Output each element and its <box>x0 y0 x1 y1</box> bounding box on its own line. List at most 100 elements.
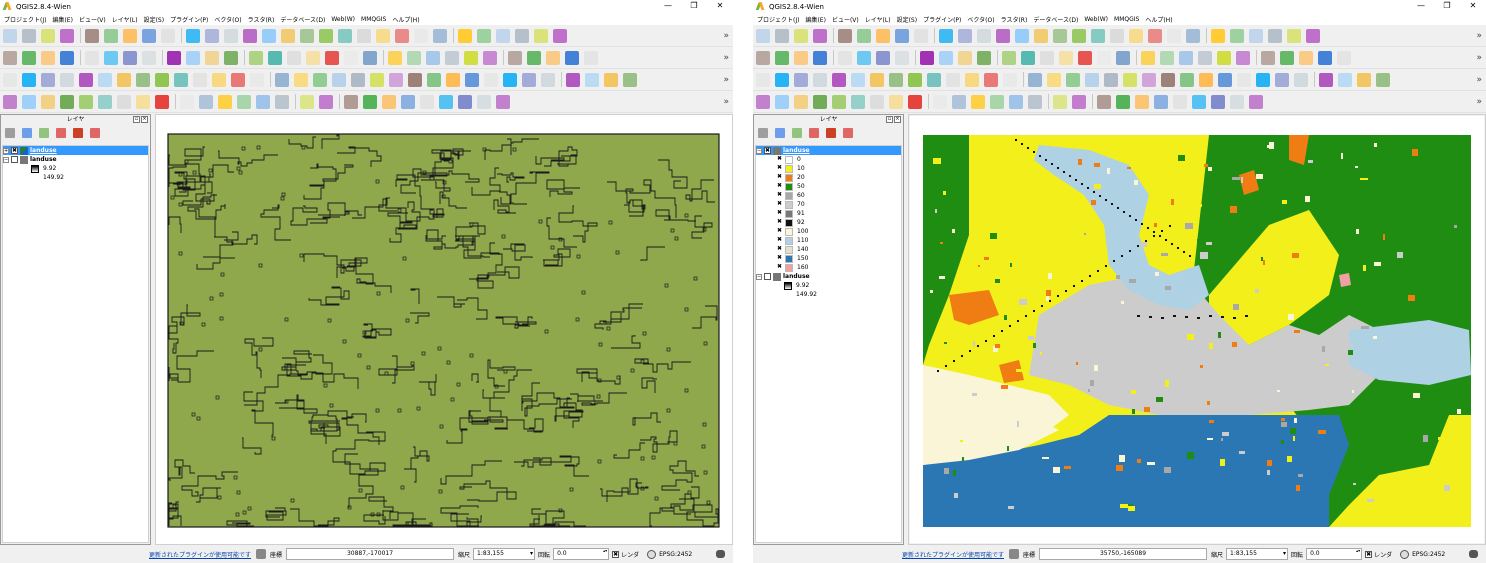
messages-icon[interactable] <box>1469 550 1478 558</box>
menu-item[interactable]: 編集(E) <box>805 15 825 24</box>
toolbar-tool-icon[interactable] <box>313 72 327 87</box>
maximize-button[interactable]: ❐ <box>1434 0 1460 12</box>
toolbar-tool-icon[interactable] <box>22 72 36 87</box>
toolbar-tool-icon[interactable] <box>838 50 852 65</box>
crs-label[interactable]: EPSG:2452 <box>659 551 692 558</box>
toolbar-tool-icon[interactable] <box>1167 28 1181 43</box>
toolbar-tool-icon[interactable] <box>224 28 238 43</box>
toolbar-tool-icon[interactable] <box>458 28 472 43</box>
close-panel-button[interactable]: × <box>894 116 901 123</box>
toolbar-tool-icon[interactable] <box>370 72 384 87</box>
layer-visibility-checkbox[interactable]: ✖ <box>764 147 771 154</box>
class-visibility-checkbox[interactable]: ✖ <box>776 246 783 253</box>
toolbar-tool-icon[interactable] <box>522 72 536 87</box>
toolbar-tool-icon[interactable] <box>496 94 510 109</box>
toolbar-tool-icon[interactable] <box>1053 28 1067 43</box>
toolbar-tool-icon[interactable] <box>477 94 491 109</box>
map-canvas[interactable] <box>908 114 1486 545</box>
toolbar-tool-icon[interactable] <box>41 72 55 87</box>
toolbar-tool-icon[interactable] <box>1299 50 1313 65</box>
toolbar-tool-icon[interactable] <box>193 72 207 87</box>
class-visibility-checkbox[interactable]: ✖ <box>776 255 783 262</box>
toolbar-tool-icon[interactable] <box>946 72 960 87</box>
toolbar-tool-icon[interactable] <box>1230 94 1244 109</box>
toolbar-overflow-icon[interactable]: » <box>723 75 729 85</box>
toolbar-tool-icon[interactable] <box>1287 28 1301 43</box>
toolbar-tool-icon[interactable] <box>527 50 541 65</box>
toolbar-tool-icon[interactable] <box>851 72 865 87</box>
add-group-icon[interactable] <box>775 128 785 138</box>
toolbar-tool-icon[interactable] <box>1072 94 1086 109</box>
menu-item[interactable]: ビュー(V) <box>832 15 859 24</box>
toolbar-tool-icon[interactable] <box>1154 94 1168 109</box>
toolbar-tool-icon[interactable] <box>1135 94 1149 109</box>
menu-item[interactable]: ベクタ(O) <box>214 15 241 24</box>
toolbar-tool-icon[interactable] <box>1142 72 1156 87</box>
toolbar-tool-icon[interactable] <box>534 28 548 43</box>
toolbar-tool-icon[interactable] <box>123 28 137 43</box>
maximize-button[interactable]: ❐ <box>681 0 707 12</box>
toolbar-tool-icon[interactable] <box>1211 28 1225 43</box>
toolbar-tool-icon[interactable] <box>756 28 770 43</box>
toolbar-tool-icon[interactable] <box>553 28 567 43</box>
toolbar-tool-icon[interactable] <box>813 94 827 109</box>
toolbar-tool-icon[interactable] <box>136 72 150 87</box>
toolbar-tool-icon[interactable] <box>1236 50 1250 65</box>
layer-visibility-checkbox[interactable] <box>764 273 771 280</box>
toolbar-tool-icon[interactable] <box>41 94 55 109</box>
toolbar-tool-icon[interactable] <box>344 50 358 65</box>
toolbar-tool-icon[interactable] <box>508 50 522 65</box>
toolbar-tool-icon[interactable] <box>186 28 200 43</box>
class-visibility-checkbox[interactable]: ✖ <box>776 183 783 190</box>
toolbar-overflow-icon[interactable]: » <box>1476 53 1482 63</box>
toolbar-tool-icon[interactable] <box>363 94 377 109</box>
toolbar-tool-icon[interactable] <box>3 72 17 87</box>
toolbar-tool-icon[interactable] <box>1028 94 1042 109</box>
toolbar-tool-icon[interactable] <box>212 72 226 87</box>
toolbar-tool-icon[interactable] <box>541 72 555 87</box>
toolbar-tool-icon[interactable] <box>79 94 93 109</box>
open-layer-styling-icon[interactable] <box>758 128 768 138</box>
toolbar-tool-icon[interactable] <box>325 50 339 65</box>
toolbar-tool-icon[interactable] <box>604 72 618 87</box>
menu-item[interactable]: Web(W) <box>1084 16 1108 23</box>
crs-label[interactable]: EPSG:2452 <box>1412 551 1445 558</box>
toolbar-tool-icon[interactable] <box>439 94 453 109</box>
toolbar-tool-icon[interactable] <box>952 94 966 109</box>
toolbar-tool-icon[interactable] <box>876 28 890 43</box>
toolbar-tool-icon[interactable] <box>1173 94 1187 109</box>
class-visibility-checkbox[interactable]: ✖ <box>776 228 783 235</box>
toolbar-tool-icon[interactable] <box>1116 94 1130 109</box>
toolbar-tool-icon[interactable] <box>870 72 884 87</box>
menu-item[interactable]: ヘルプ(H) <box>392 15 419 24</box>
toolbar-tool-icon[interactable] <box>1275 72 1289 87</box>
toolbar-tool-icon[interactable] <box>243 28 257 43</box>
close-panel-button[interactable]: × <box>141 116 148 123</box>
toolbar-tool-icon[interactable] <box>971 94 985 109</box>
toolbar-tool-icon[interactable] <box>174 72 188 87</box>
toolbar-overflow-icon[interactable]: » <box>1476 31 1482 41</box>
toolbar-tool-icon[interactable] <box>60 28 74 43</box>
toolbar-tool-icon[interactable] <box>104 50 118 65</box>
toolbar-tool-icon[interactable] <box>484 72 498 87</box>
toolbar-tool-icon[interactable] <box>914 28 928 43</box>
toolbar-tool-icon[interactable] <box>224 50 238 65</box>
class-visibility-checkbox[interactable]: ✖ <box>776 237 783 244</box>
toolbar-tool-icon[interactable] <box>1319 72 1333 87</box>
scale-combobox[interactable]: 1:83,155 <box>1226 548 1289 560</box>
toolbar-tool-icon[interactable] <box>294 72 308 87</box>
layer-row[interactable]: − ✖ landuse <box>756 146 901 155</box>
toolbar-tool-icon[interactable] <box>958 28 972 43</box>
toolbar-tool-icon[interactable] <box>1110 28 1124 43</box>
toolbar-tool-icon[interactable] <box>876 50 890 65</box>
toolbar-tool-icon[interactable] <box>1015 28 1029 43</box>
toolbar-tool-icon[interactable] <box>407 50 421 65</box>
menu-item[interactable]: ビュー(V) <box>79 15 106 24</box>
class-visibility-checkbox[interactable]: ✖ <box>776 165 783 172</box>
toolbar-tool-icon[interactable] <box>22 28 36 43</box>
toolbar-tool-icon[interactable] <box>1003 72 1017 87</box>
minimize-button[interactable]: — <box>1408 0 1434 12</box>
toolbar-tool-icon[interactable] <box>205 50 219 65</box>
toolbar-tool-icon[interactable] <box>1123 72 1137 87</box>
collapse-all-icon[interactable] <box>826 128 836 138</box>
